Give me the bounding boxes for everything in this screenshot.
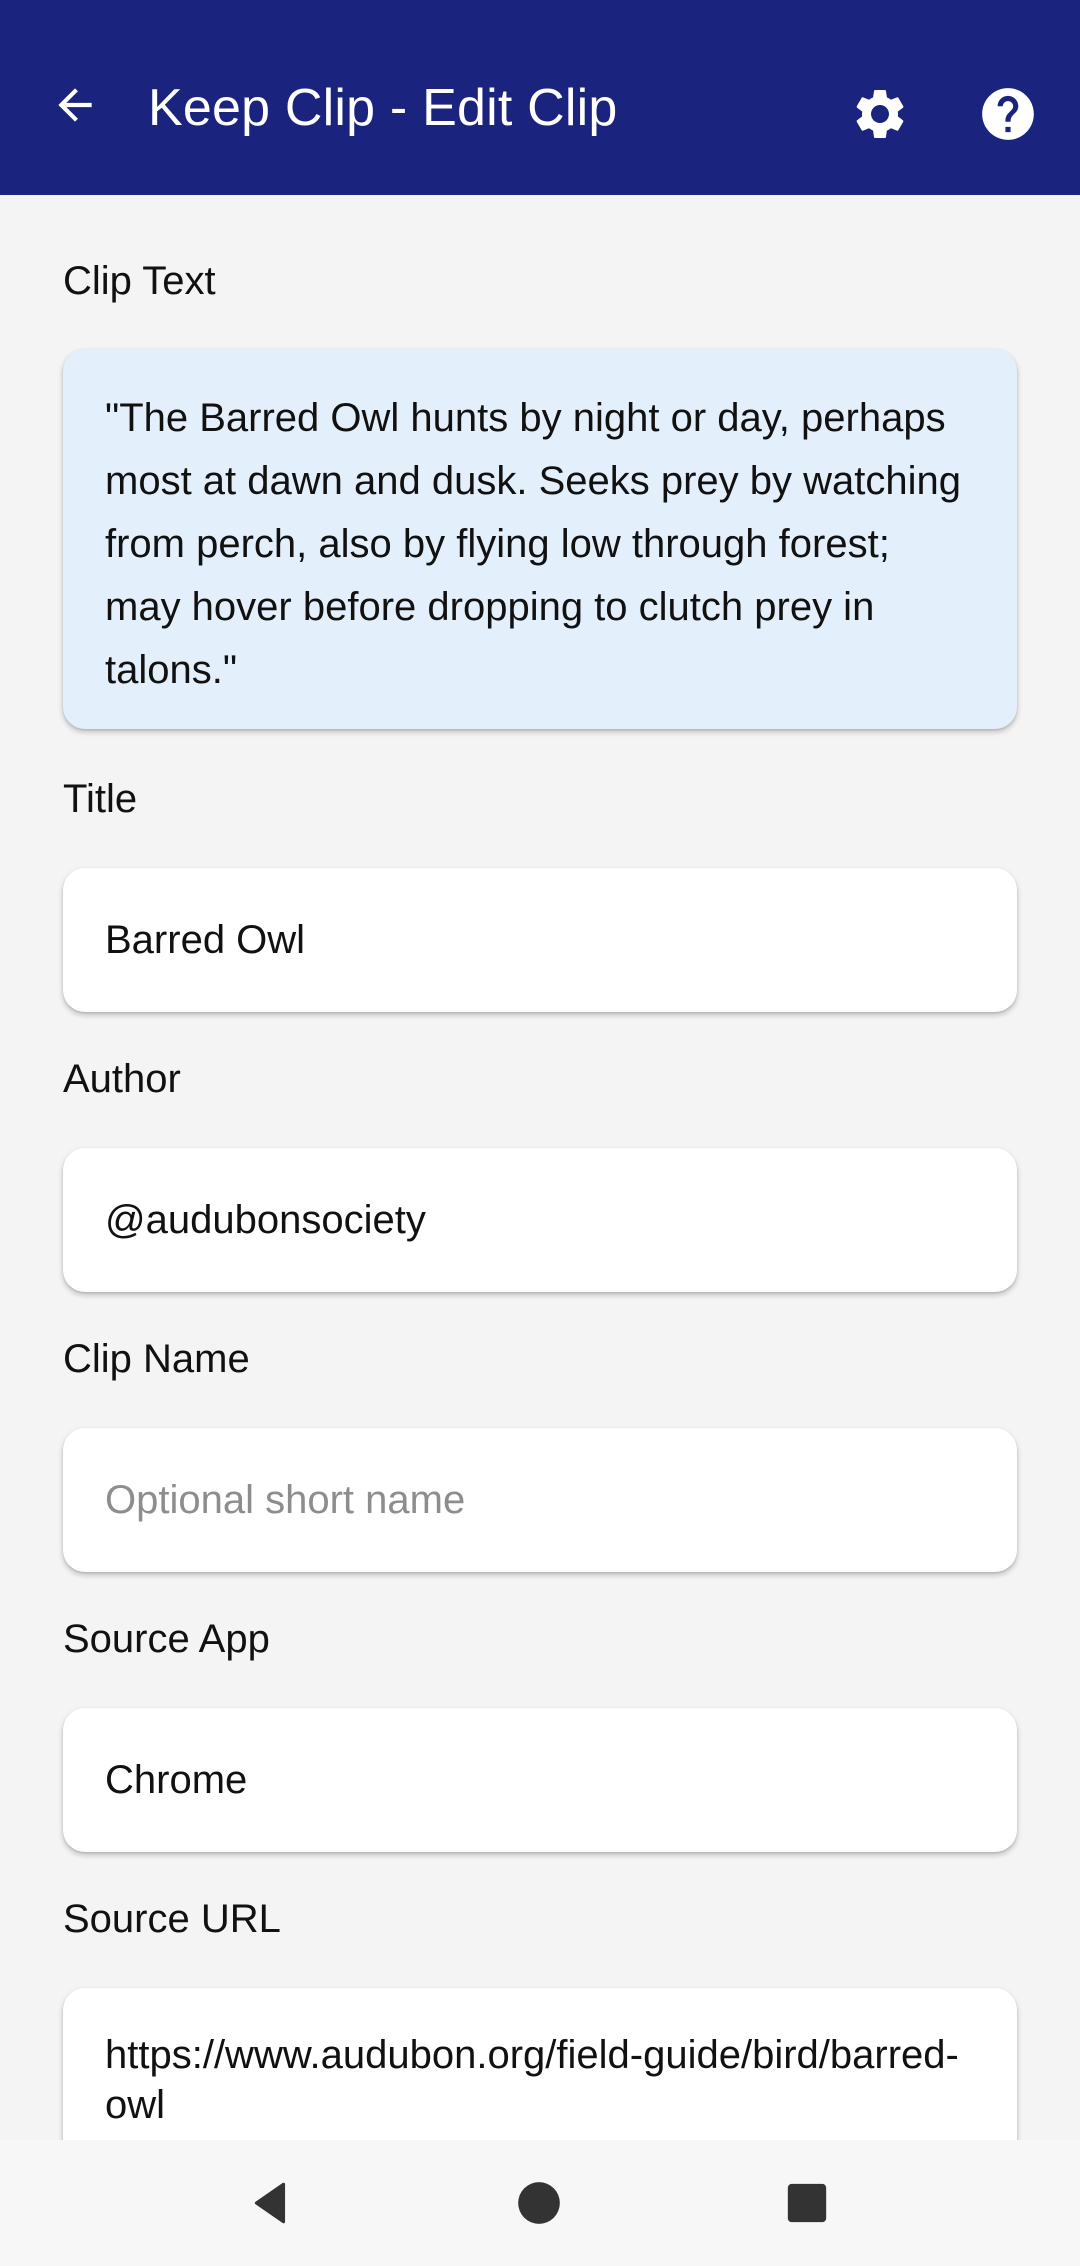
clip-name-placeholder: Optional short name — [105, 1477, 466, 1522]
source-app-value: Chrome — [105, 1757, 248, 1802]
source-url-value: https://www.audubon.org/field-guide/bird… — [105, 2033, 959, 2127]
nav-home-button[interactable] — [504, 2168, 574, 2238]
gear-icon — [856, 89, 904, 138]
author-label: Author — [63, 1057, 181, 1101]
app-bar: Keep Clip - Edit Clip — [0, 0, 1080, 195]
clip-text-field[interactable]: "The Barred Owl hunts by night or day, p… — [63, 349, 1017, 729]
square-recents-icon — [787, 2183, 827, 2223]
nav-back-button[interactable] — [236, 2168, 306, 2238]
help-button[interactable] — [970, 76, 1046, 152]
settings-button[interactable] — [842, 76, 918, 152]
source-url-label: Source URL — [63, 1897, 281, 1941]
nav-recents-button[interactable] — [772, 2168, 842, 2238]
title-field[interactable]: Barred Owl — [63, 868, 1017, 1012]
clip-text-value: "The Barred Owl hunts by night or day, p… — [105, 396, 962, 692]
clip-name-field[interactable]: Optional short name — [63, 1428, 1017, 1572]
source-app-label: Source App — [63, 1617, 270, 1661]
source-app-field[interactable]: Chrome — [63, 1708, 1017, 1852]
help-circle-icon — [982, 88, 1034, 140]
source-url-field[interactable]: https://www.audubon.org/field-guide/bird… — [63, 1988, 1017, 2140]
triangle-back-icon — [254, 2182, 286, 2224]
circle-home-icon — [518, 2182, 560, 2224]
title-value: Barred Owl — [105, 917, 306, 962]
author-value: @audubonsociety — [105, 1197, 426, 1242]
author-field[interactable]: @audubonsociety — [63, 1148, 1017, 1292]
arrow-left-icon — [58, 88, 92, 122]
edit-clip-form[interactable]: Clip Text "The Barred Owl hunts by night… — [0, 195, 1080, 2140]
title-label: Title — [63, 777, 138, 821]
clip-text-label: Clip Text — [63, 259, 216, 303]
page-title: Keep Clip - Edit Clip — [148, 79, 618, 137]
system-nav-bar — [0, 2140, 1080, 2266]
back-button[interactable] — [40, 70, 110, 140]
clip-name-label: Clip Name — [63, 1337, 250, 1381]
